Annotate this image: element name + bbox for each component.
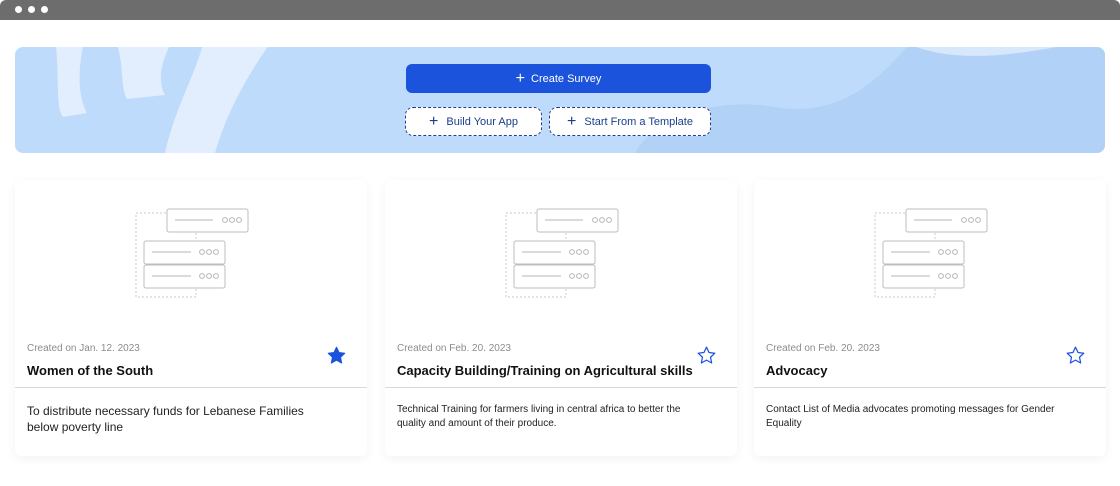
survey-card[interactable]: Created on Jan. 12. 2023 Women of the So… (15, 180, 367, 456)
create-survey-label: Create Survey (531, 72, 602, 85)
start-template-button[interactable]: + Start From a Template (549, 107, 711, 136)
card-divider (15, 387, 367, 388)
create-banner (15, 47, 1105, 153)
app-window: + Create Survey + Build Your App + Start… (0, 0, 1120, 486)
survey-card[interactable]: Created on Feb. 20. 2023 Advocacy Contac… (754, 180, 1106, 456)
card-description: To distribute necessary funds for Lebane… (27, 404, 304, 435)
card-title: Advocacy (766, 363, 828, 378)
build-app-button[interactable]: + Build Your App (405, 107, 542, 136)
created-date: Created on Feb. 20. 2023 (766, 343, 880, 354)
card-divider (754, 387, 1106, 388)
create-survey-button[interactable]: + Create Survey (406, 64, 711, 93)
card-title: Women of the South (27, 363, 154, 378)
created-date: Created on Feb. 20. 2023 (397, 343, 511, 354)
star-outline-icon[interactable] (696, 345, 717, 366)
plus-icon: + (429, 112, 439, 130)
created-date: Created on Jan. 12. 2023 (27, 343, 140, 354)
server-illustration-icon (874, 208, 988, 298)
banner-decoration (56, 47, 1105, 153)
star-outline-icon[interactable] (1065, 345, 1086, 366)
card-divider (385, 387, 737, 388)
window-dot-icon[interactable] (41, 6, 48, 13)
survey-card[interactable]: Created on Feb. 20. 2023 Capacity Buildi… (385, 180, 737, 456)
window-dot-icon[interactable] (28, 6, 35, 13)
star-filled-icon[interactable] (326, 345, 347, 366)
start-template-label: Start From a Template (584, 115, 693, 128)
plus-icon: + (567, 112, 577, 130)
window-titlebar (0, 0, 1120, 20)
card-description: Contact List of Media advocates promotin… (766, 404, 1055, 429)
server-illustration-icon (135, 208, 249, 298)
card-description: Technical Training for farmers living in… (397, 404, 681, 429)
server-illustration-icon (505, 208, 619, 298)
card-title: Capacity Building/Training on Agricultur… (397, 363, 693, 378)
build-app-label: Build Your App (446, 115, 518, 128)
window-dot-icon[interactable] (15, 6, 22, 13)
plus-icon: + (515, 69, 526, 87)
